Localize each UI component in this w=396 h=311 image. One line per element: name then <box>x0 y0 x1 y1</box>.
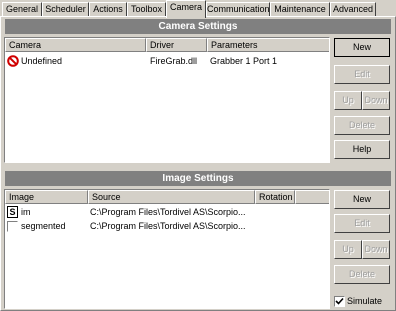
tab-camera[interactable]: Camera <box>166 0 206 18</box>
table-row[interactable]: Undefined FireGrab.dll Grabber 1 Port 1 <box>5 55 329 68</box>
column-header-empty <box>295 190 329 204</box>
camera-list[interactable]: Camera Driver Parameters Undefined FireG… <box>4 37 330 163</box>
column-header-camera[interactable]: Camera <box>5 38 146 52</box>
checkbox-box <box>334 296 345 307</box>
tab-toolbox[interactable]: Toolbox <box>127 2 166 17</box>
column-header-driver[interactable]: Driver <box>146 38 207 52</box>
image-down-button[interactable]: Down <box>362 240 390 259</box>
source-marker-badge: S <box>7 206 18 218</box>
camera-edit-button[interactable]: Edit <box>334 65 390 84</box>
image-source: C:\Program Files\Tordivel AS\Scorpio... <box>90 221 246 231</box>
tab-actions[interactable]: Actions <box>89 2 127 17</box>
tab-advanced[interactable]: Advanced <box>330 2 376 17</box>
image-delete-button[interactable]: Delete <box>334 265 390 284</box>
image-new-button[interactable]: New <box>334 190 390 209</box>
column-header-image[interactable]: Image <box>5 190 88 204</box>
tab-communication[interactable]: Communication <box>206 2 270 17</box>
image-up-button[interactable]: Up <box>334 240 362 259</box>
column-header-rotation[interactable]: Rotation <box>255 190 295 204</box>
tab-maintenance[interactable]: Maintenance <box>270 2 330 17</box>
tab-scheduler[interactable]: Scheduler <box>42 2 89 17</box>
image-list[interactable]: Image Source Rotation S im C:\Program Fi… <box>4 189 330 309</box>
image-rotation <box>257 206 295 219</box>
tab-general[interactable]: General <box>2 2 42 17</box>
column-header-source[interactable]: Source <box>88 190 255 204</box>
image-edit-button[interactable]: Edit <box>334 214 390 233</box>
image-rotation <box>257 220 295 233</box>
image-name: im <box>21 207 31 217</box>
camera-settings-header: Camera Settings <box>5 19 391 34</box>
column-header-parameters[interactable]: Parameters <box>207 38 329 52</box>
simulate-label: Simulate <box>347 296 383 306</box>
camera-up-button[interactable]: Up <box>334 91 362 110</box>
camera-parameters: Grabber 1 Port 1 <box>210 56 278 66</box>
image-source: C:\Program Files\Tordivel AS\Scorpio... <box>90 207 246 217</box>
simulate-checkbox[interactable]: Simulate <box>334 295 394 308</box>
camera-new-button[interactable]: New <box>334 38 390 57</box>
image-settings-header: Image Settings <box>5 171 391 186</box>
table-row[interactable]: segmented C:\Program Files\Tordivel AS\S… <box>5 220 329 233</box>
camera-driver: FireGrab.dll <box>150 56 198 66</box>
camera-down-button[interactable]: Down <box>362 91 390 110</box>
tab-strip: General Scheduler Actions Toolbox Camera… <box>0 0 396 18</box>
camera-delete-button[interactable]: Delete <box>334 116 390 135</box>
camera-name: Undefined <box>21 56 63 66</box>
no-entry-icon <box>7 55 19 67</box>
image-checkbox[interactable] <box>7 221 18 232</box>
camera-list-header: Camera Driver Parameters <box>5 38 329 52</box>
table-row[interactable]: S im C:\Program Files\Tordivel AS\Scorpi… <box>5 206 329 219</box>
image-name: segmented <box>21 221 66 231</box>
help-button[interactable]: Help <box>334 140 390 159</box>
image-list-header: Image Source Rotation <box>5 190 329 204</box>
